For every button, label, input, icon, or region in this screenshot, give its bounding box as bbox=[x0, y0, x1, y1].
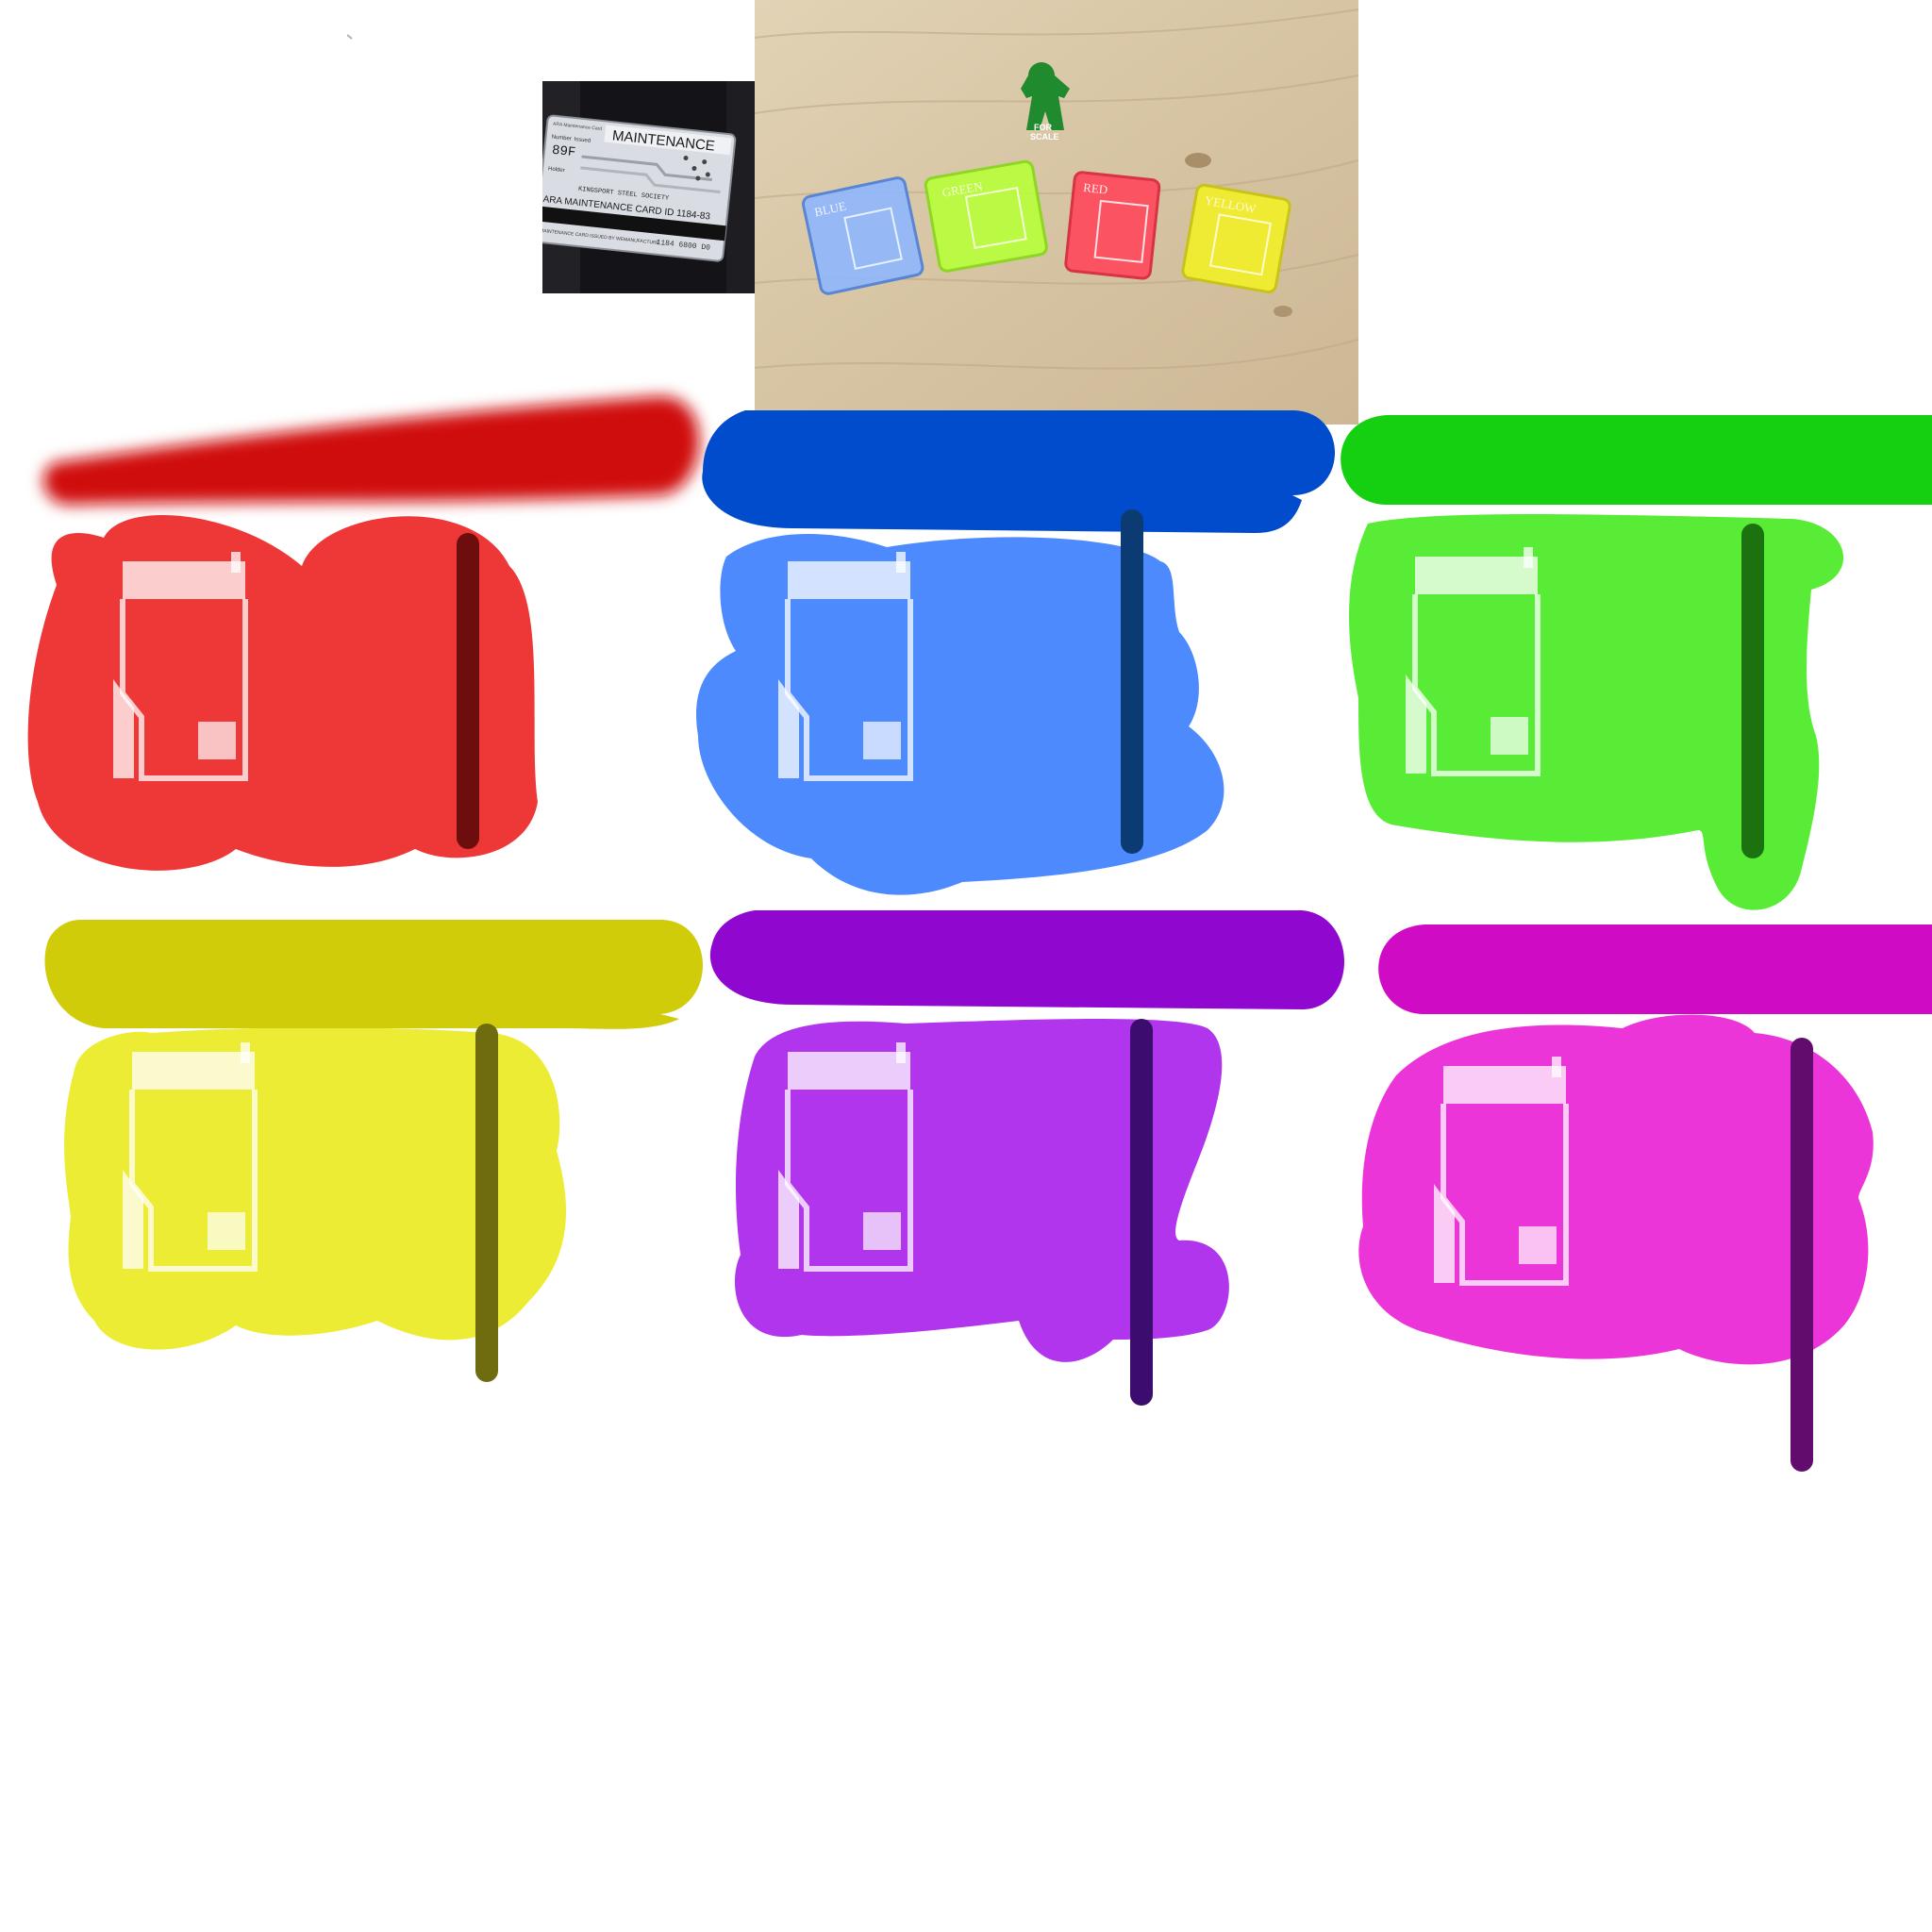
tile-green-post bbox=[1741, 524, 1764, 858]
tile-red bbox=[27, 396, 700, 871]
tile-yellow-bar bbox=[44, 920, 703, 1029]
tile-blue bbox=[696, 410, 1335, 895]
tile-blue-blob bbox=[696, 534, 1224, 895]
tile-magenta-post bbox=[1790, 1038, 1813, 1472]
tile-red-post bbox=[457, 533, 479, 849]
tile-green-bar bbox=[1341, 415, 1932, 505]
tile-purple-bar bbox=[709, 910, 1344, 1009]
tile-magenta bbox=[1358, 924, 1932, 1472]
tile-blue-post bbox=[1121, 509, 1143, 854]
tile-blue-bar bbox=[702, 410, 1335, 533]
tile-purple-post bbox=[1130, 1019, 1153, 1406]
tile-green bbox=[1341, 415, 1932, 910]
tile-purple bbox=[709, 910, 1344, 1406]
tile-red-bar bbox=[43, 396, 700, 505]
tile-magenta-bar bbox=[1378, 924, 1932, 1014]
tile-yellow bbox=[44, 920, 703, 1382]
tile-yellow-post bbox=[475, 1024, 498, 1382]
keycard-tiles-board bbox=[27, 396, 1932, 1472]
